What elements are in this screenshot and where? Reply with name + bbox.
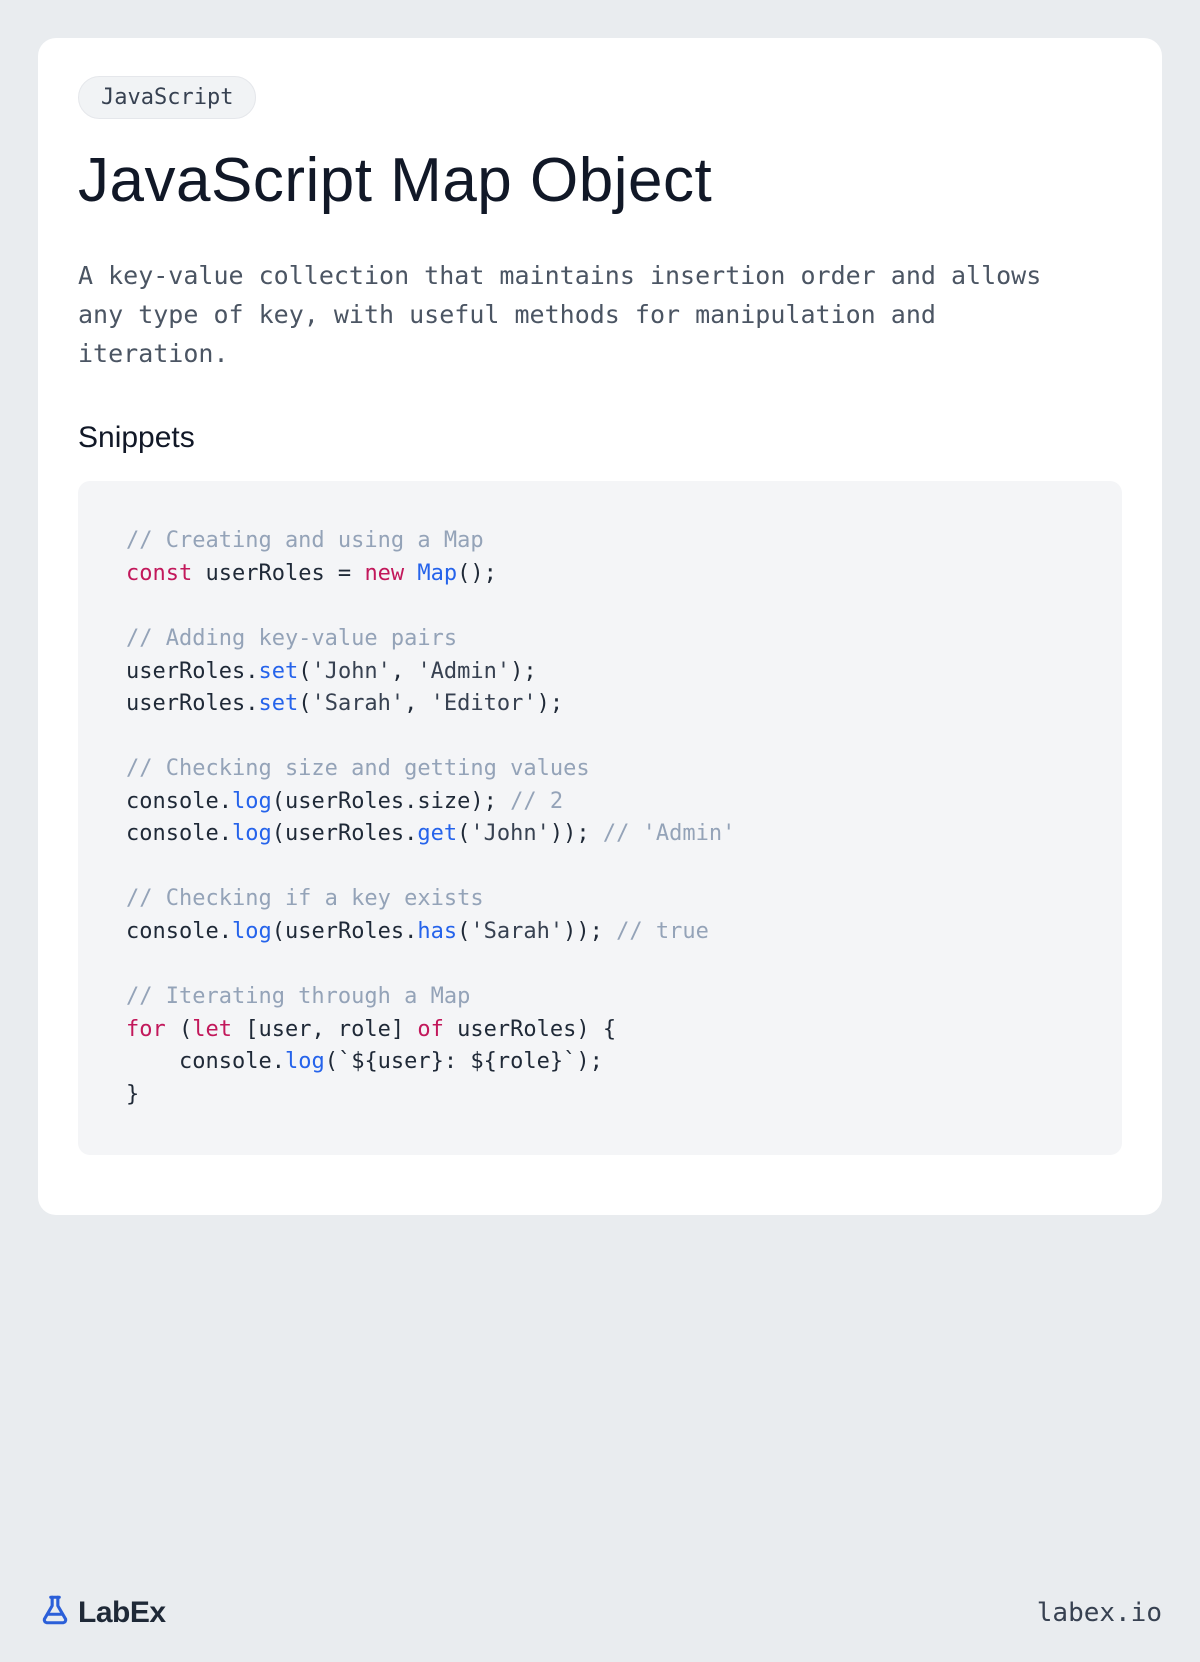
language-tag: JavaScript: [78, 76, 256, 119]
brand-logo: LabEx: [38, 1593, 166, 1632]
content-card: JavaScript JavaScript Map Object A key-v…: [38, 38, 1162, 1215]
site-url: labex.io: [1037, 1598, 1162, 1628]
snippets-heading: Snippets: [78, 421, 1122, 455]
footer: LabEx labex.io: [38, 1593, 1162, 1632]
brand-name: LabEx: [78, 1596, 166, 1630]
page-description: A key-value collection that maintains in…: [78, 257, 1058, 373]
code-snippet: // Creating and using a Map const userRo…: [78, 481, 1122, 1155]
page-title: JavaScript Map Object: [78, 147, 1122, 215]
flask-icon: [38, 1593, 72, 1632]
